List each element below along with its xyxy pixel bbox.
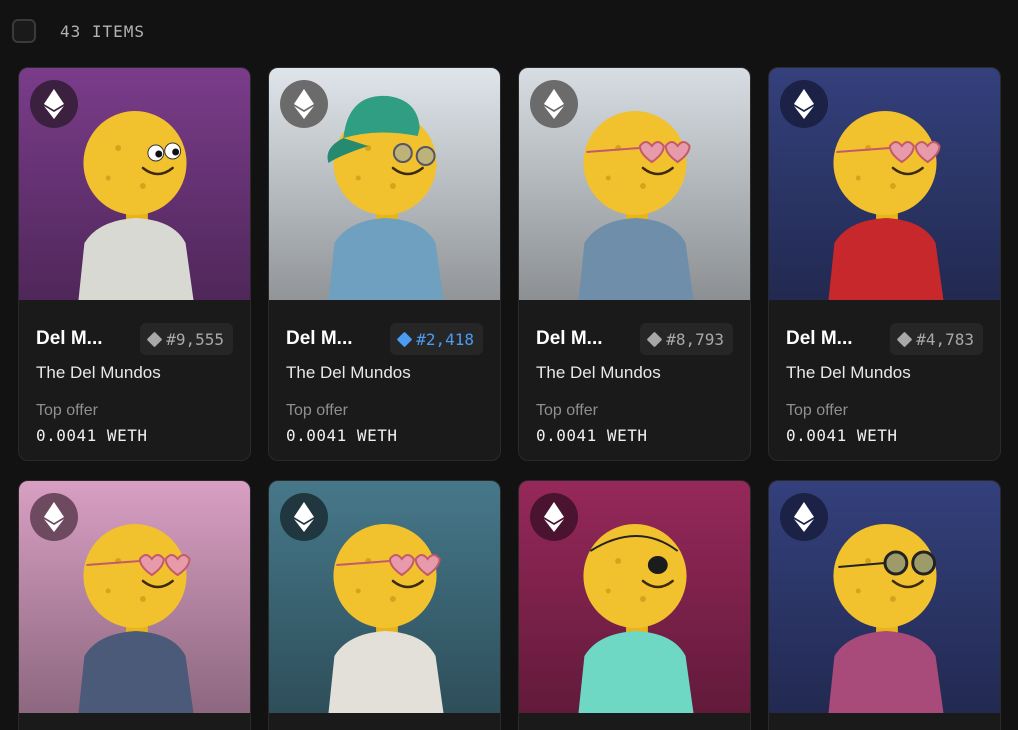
nft-card[interactable]: Del M... #4,783 The Del Mundos Top offer… [768,67,1001,461]
top-offer-label: Top offer [536,402,598,419]
rarity-rank: #8,793 [666,329,724,349]
top-offer-value: 0.0041 WETH [536,426,648,445]
ethereum-icon [294,502,314,532]
rarity-rank-badge[interactable]: #8,793 [640,323,733,355]
ethereum-icon [794,502,814,532]
ethereum-icon [280,80,328,128]
items-count: 43 ITEMS [60,21,146,41]
ethereum-icon [30,80,78,128]
nft-name[interactable]: Del M... [786,328,853,350]
nft-image[interactable] [769,481,1000,713]
ethereum-icon [44,89,64,119]
ethereum-icon [544,502,564,532]
ethereum-icon [294,89,314,119]
card-info: Del M... #4,783 The Del Mundos Top offer… [769,300,1000,445]
nft-card[interactable]: Del M... #8,793 The Del Mundos Top offer… [518,67,751,461]
nft-image[interactable] [519,481,750,713]
toolbar: 43 ITEMS [12,19,145,43]
nft-card[interactable] [768,480,1001,730]
rarity-rank: #4,783 [916,329,974,349]
rarity-rank: #9,555 [166,329,224,349]
card-info: Del M... #8,793 The Del Mundos Top offer… [519,300,750,445]
card-info: Del M... #9,555 The Del Mundos Top offer… [19,300,250,445]
ethereum-icon [44,502,64,532]
nft-grid: Del M... #9,555 The Del Mundos Top offer… [18,67,1001,730]
collection-name[interactable]: The Del Mundos [536,363,733,383]
top-offer-value: 0.0041 WETH [286,426,398,445]
nft-name[interactable]: Del M... [536,328,603,350]
nft-image[interactable] [269,68,500,300]
nft-name[interactable]: Del M... [286,328,353,350]
collection-name[interactable]: The Del Mundos [36,363,233,383]
collection-name[interactable]: The Del Mundos [286,363,483,383]
diamond-icon [896,331,913,347]
ethereum-icon [780,493,828,541]
nft-card[interactable] [18,480,251,730]
diamond-icon [146,331,163,347]
rarity-rank: #2,418 [416,329,474,349]
top-offer-label: Top offer [286,402,348,419]
top-offer-label: Top offer [36,402,98,419]
rarity-rank-badge[interactable]: #9,555 [140,323,233,355]
ethereum-icon [530,493,578,541]
ethereum-icon [780,80,828,128]
nft-card[interactable] [518,480,751,730]
diamond-icon [646,331,663,347]
select-all-checkbox[interactable] [12,19,36,43]
diamond-icon [396,331,413,347]
nft-card[interactable]: Del M... #9,555 The Del Mundos Top offer… [18,67,251,461]
top-offer-label: Top offer [786,402,848,419]
nft-image[interactable] [769,68,1000,300]
card-info: Del M... #2,418 The Del Mundos Top offer… [269,300,500,445]
nft-image[interactable] [519,68,750,300]
nft-image[interactable] [269,481,500,713]
rarity-rank-badge[interactable]: #2,418 [390,323,483,355]
ethereum-icon [280,493,328,541]
ethereum-icon [544,89,564,119]
nft-name[interactable]: Del M... [36,328,103,350]
ethereum-icon [530,80,578,128]
rarity-rank-badge[interactable]: #4,783 [890,323,983,355]
top-offer-value: 0.0041 WETH [786,426,898,445]
collection-name[interactable]: The Del Mundos [786,363,983,383]
nft-image[interactable] [19,481,250,713]
nft-image[interactable] [19,68,250,300]
top-offer-value: 0.0041 WETH [36,426,148,445]
nft-card[interactable]: Del M... #2,418 The Del Mundos Top offer… [268,67,501,461]
ethereum-icon [30,493,78,541]
ethereum-icon [794,89,814,119]
nft-card[interactable] [268,480,501,730]
